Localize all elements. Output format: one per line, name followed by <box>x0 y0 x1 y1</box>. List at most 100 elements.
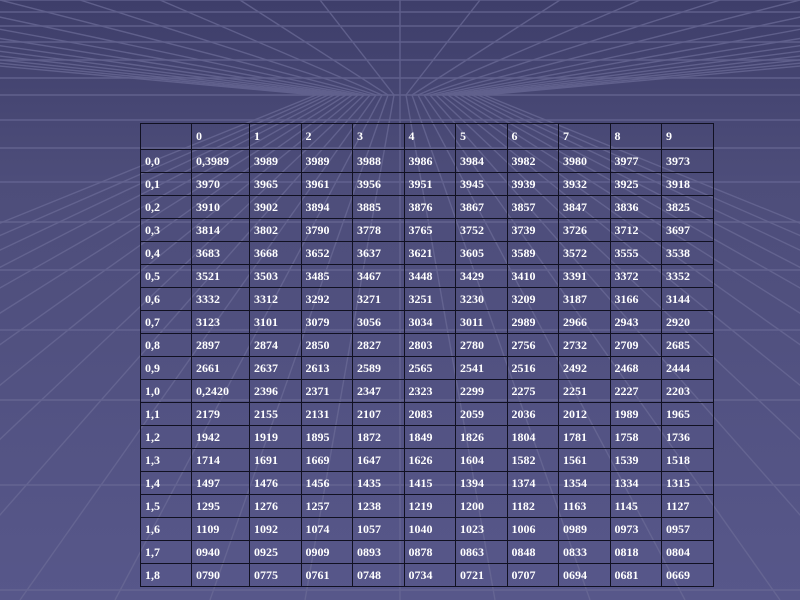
table-cell: 3910 <box>191 195 250 219</box>
row-header-cell: 0,1 <box>140 172 192 196</box>
table-cell: 3894 <box>300 195 353 219</box>
table-cell: 2565 <box>403 356 456 380</box>
table-cell: 3970 <box>191 172 250 196</box>
table-row: 0,1 3970 3965 3961 3956 3951 3945 3939 3932 3925 3… <box>140 172 714 196</box>
table-row: 0,8 2897 2874 2850 2827 2803 2780 2756 2732 2709 2… <box>140 333 714 357</box>
table-cell: 3697 <box>661 218 714 242</box>
table-cell: 1604 <box>455 448 508 472</box>
table-cell: 3209 <box>506 287 559 311</box>
table-cell: 2131 <box>300 402 353 426</box>
row-header-cell: 0,4 <box>140 241 192 265</box>
table-cell: 2155 <box>249 402 302 426</box>
table-cell: 3637 <box>352 241 405 265</box>
table-cell: 2803 <box>403 333 456 357</box>
table-cell: 1354 <box>558 471 611 495</box>
table-cell: 1582 <box>506 448 559 472</box>
table-row: 1,8 0790 0775 0761 0748 0734 0721 0707 0694 0681 0… <box>140 563 714 587</box>
table-cell: 2732 <box>558 333 611 357</box>
table-cell: 0893 <box>352 540 405 564</box>
table-cell: 3977 <box>609 149 662 173</box>
table-cell: 3752 <box>455 218 508 242</box>
table-cell: 1219 <box>403 494 456 518</box>
table-cell: 2756 <box>506 333 559 357</box>
table-cell: 3503 <box>249 264 302 288</box>
table-row: 0,9 2661 2637 2613 2589 2565 2541 2516 2492 2468 2… <box>140 356 714 380</box>
table-cell: 3166 <box>609 287 662 311</box>
column-header-cell: 6 <box>506 123 559 150</box>
table-cell: 2083 <box>403 402 456 426</box>
table-cell: 1895 <box>300 425 353 449</box>
table-row: 1,4 1497 1476 1456 1435 1415 1394 1374 1354 1334 1… <box>140 471 714 495</box>
table-cell: 2203 <box>661 379 714 403</box>
table-cell: 1942 <box>191 425 250 449</box>
table-cell: 0681 <box>609 563 662 587</box>
table-cell: 0973 <box>609 517 662 541</box>
table-cell: 3712 <box>609 218 662 242</box>
table-cell: 3485 <box>300 264 353 288</box>
table-cell: 0775 <box>249 563 302 587</box>
table-cell: 3778 <box>352 218 405 242</box>
table-row: 1,3 1714 1691 1669 1647 1626 1604 1582 1561 1539 1… <box>140 448 714 472</box>
table-cell: 1023 <box>455 517 508 541</box>
row-header-cell: 1,4 <box>140 471 192 495</box>
table-cell: 3034 <box>403 310 456 334</box>
column-header-cell: 1 <box>249 123 302 150</box>
table-cell: 2516 <box>506 356 559 380</box>
row-header-cell: 0,9 <box>140 356 192 380</box>
column-header-cell: 4 <box>403 123 456 150</box>
table-cell: 3857 <box>506 195 559 219</box>
table-cell: 1669 <box>300 448 353 472</box>
table-cell: 1849 <box>403 425 456 449</box>
table-cell: 1539 <box>609 448 662 472</box>
table-cell: 1109 <box>191 517 250 541</box>
row-header-cell: 1,3 <box>140 448 192 472</box>
table-row: 1,6 1109 1092 1074 1057 1040 1023 1006 0989 0973 0… <box>140 517 714 541</box>
table-cell: 0707 <box>506 563 559 587</box>
table-cell: 2251 <box>558 379 611 403</box>
row-header-cell: 1,1 <box>140 402 192 426</box>
table-cell: 0878 <box>403 540 456 564</box>
table-cell: 0721 <box>455 563 508 587</box>
table-row: 1,2 1942 1919 1895 1872 1849 1826 1804 1781 1758 1… <box>140 425 714 449</box>
table-cell: 1074 <box>300 517 353 541</box>
table-cell: 3925 <box>609 172 662 196</box>
table-cell: 0790 <box>191 563 250 587</box>
table-cell: 0748 <box>352 563 405 587</box>
table-cell: 3251 <box>403 287 456 311</box>
table-cell: 3123 <box>191 310 250 334</box>
table-cell: 3652 <box>300 241 353 265</box>
table-cell: 0863 <box>455 540 508 564</box>
table-cell: 0848 <box>506 540 559 564</box>
row-header-cell: 1,6 <box>140 517 192 541</box>
table-row: 0,3 3814 3802 3790 3778 3765 3752 3739 3726 3712 3… <box>140 218 714 242</box>
table-cell: 1965 <box>661 402 714 426</box>
probability-density-table: 0 1 2 3 4 5 6 7 8 9 0,0 0,3989 3989 3989 3988 3986 3984 3… <box>140 123 714 587</box>
table-cell: 1872 <box>352 425 405 449</box>
table-cell: 2179 <box>191 402 250 426</box>
table-cell: 3986 <box>403 149 456 173</box>
table-cell: 1561 <box>558 448 611 472</box>
table-cell: 0734 <box>403 563 456 587</box>
table-cell: 1092 <box>249 517 302 541</box>
table-cell: 3144 <box>661 287 714 311</box>
table-cell: 3521 <box>191 264 250 288</box>
table-cell: 0694 <box>558 563 611 587</box>
table-cell: 1736 <box>661 425 714 449</box>
table-cell: 1163 <box>558 494 611 518</box>
table-cell: 1200 <box>455 494 508 518</box>
table-cell: 3538 <box>661 241 714 265</box>
table-cell: 2107 <box>352 402 405 426</box>
table-cell: 2709 <box>609 333 662 357</box>
table-cell: 3814 <box>191 218 250 242</box>
table-cell: 0,3989 <box>191 149 250 173</box>
table-cell: 3902 <box>249 195 302 219</box>
table-cell: 3980 <box>558 149 611 173</box>
column-header-cell: 5 <box>455 123 508 150</box>
table-cell: 1919 <box>249 425 302 449</box>
table-cell: 2780 <box>455 333 508 357</box>
table-row: 0,7 3123 3101 3079 3056 3034 3011 2989 2966 2943 2… <box>140 310 714 334</box>
table-cell: 1057 <box>352 517 405 541</box>
column-header-cell: 3 <box>352 123 405 150</box>
column-header-cell: 7 <box>558 123 611 150</box>
table-cell: 2444 <box>661 356 714 380</box>
